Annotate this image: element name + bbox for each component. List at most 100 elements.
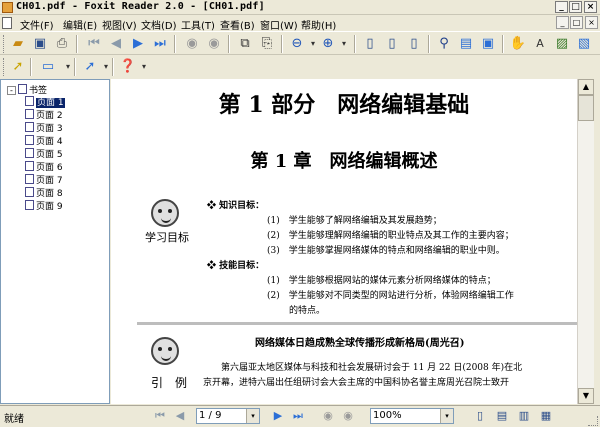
forward-icon[interactable]: ◉ xyxy=(338,406,358,426)
knowledge-line: (1) 学生能够了解网络编辑及其发展趋势； xyxy=(267,216,442,226)
doc-close-button[interactable]: × xyxy=(585,16,598,29)
thumbnail-icon[interactable]: ▣ xyxy=(478,34,498,54)
menu-tools[interactable]: 工具(T) xyxy=(181,17,215,32)
continuous-view-icon[interactable]: ▤ xyxy=(492,406,512,426)
prev-page-icon[interactable]: ◀ xyxy=(170,406,190,426)
facing-view-icon[interactable]: ▥ xyxy=(514,406,534,426)
mascot-image xyxy=(151,199,179,227)
bookmark-item[interactable]: 页面 1 xyxy=(25,96,65,108)
vertical-scrollbar[interactable]: ▲ ▼ xyxy=(577,79,594,404)
menu-view[interactable]: 视图(V) xyxy=(102,17,137,32)
facing-icon[interactable]: ▯ xyxy=(404,34,424,54)
menu-edit[interactable]: 编辑(E) xyxy=(63,17,97,32)
prev-page-icon[interactable]: ◀ xyxy=(106,34,126,54)
bookmark-item[interactable]: 页面 8 xyxy=(25,187,63,199)
next-page-icon[interactable]: ▶ xyxy=(128,34,148,54)
status-text: 就绪 xyxy=(4,414,24,425)
knowledge-line: (2) 学生能够理解网络编辑的职业特点及其工作的主要内容； xyxy=(267,231,514,241)
single-page-icon[interactable]: ▯ xyxy=(360,34,380,54)
bookmark-panel-icon[interactable]: ▤ xyxy=(456,34,476,54)
back-icon[interactable]: ◉ xyxy=(318,406,338,426)
app-icon xyxy=(2,2,13,13)
image-icon[interactable]: ▧ xyxy=(574,34,594,54)
bookmark-root-label: 书签 xyxy=(29,86,48,96)
page-icon xyxy=(25,122,34,132)
select-arrow-icon[interactable]: ➚ xyxy=(8,57,28,77)
bookmark-label: 页面 9 xyxy=(36,202,63,212)
separator xyxy=(76,35,78,53)
doc-minimize-button[interactable]: _ xyxy=(556,16,569,29)
print-icon[interactable]: ⎙ xyxy=(52,34,72,54)
back-icon[interactable]: ◉ xyxy=(182,34,202,54)
text-select-icon[interactable]: A xyxy=(530,34,550,54)
single-page-view-icon[interactable]: ▯ xyxy=(470,406,490,426)
pdf-page[interactable]: 第 1 部分 网络编辑基础 第 1 章 网络编辑概述 学习目标 ❖ 知识目标： … xyxy=(111,79,577,404)
skill-line: (2) 学生能够对不同类型的网站进行分析，体验网络编辑工作 xyxy=(267,291,514,301)
menu-document[interactable]: 文档(D) xyxy=(141,17,177,32)
close-button[interactable]: × xyxy=(584,1,597,13)
bookmark-item[interactable]: 页面 7 xyxy=(25,174,63,186)
continuous-icon[interactable]: ▯ xyxy=(382,34,402,54)
page-icon xyxy=(25,96,34,106)
snapshot-icon[interactable]: ▨ xyxy=(552,34,572,54)
minimize-button[interactable]: _ xyxy=(555,1,568,13)
document-icon xyxy=(2,17,12,29)
first-page-icon[interactable]: ⏮ xyxy=(84,34,104,54)
bookmark-item[interactable]: 页面 2 xyxy=(25,109,63,121)
zoom-dropdown-icon[interactable]: ▾ xyxy=(440,409,453,423)
status-bar: 就绪 ⏮ ◀ 1 / 9 ▾ ▶ ⏭ ◉ ◉ 100% ▾ ▯ ▤ ▥ ▦ xyxy=(0,405,600,427)
document-viewer[interactable]: 第 1 部分 网络编辑基础 第 1 章 网络编辑概述 学习目标 ❖ 知识目标： … xyxy=(111,79,577,404)
note-icon[interactable]: ▭ xyxy=(36,57,60,77)
first-page-icon[interactable]: ⏮ xyxy=(150,406,170,426)
bookmark-label: 页面 1 xyxy=(36,98,65,108)
forward-icon[interactable]: ◉ xyxy=(204,34,224,54)
bookmark-item[interactable]: 页面 3 xyxy=(25,122,63,134)
zoom-in-dropdown-icon[interactable]: ▾ xyxy=(334,34,354,54)
scroll-up-icon[interactable]: ▲ xyxy=(578,79,594,95)
bookmark-item[interactable]: 页面 6 xyxy=(25,161,63,173)
menu-window[interactable]: 窗口(W) xyxy=(260,17,298,32)
page-icon xyxy=(25,174,34,184)
separator xyxy=(30,58,32,76)
separator xyxy=(74,58,76,76)
menu-file[interactable]: 文件(F) xyxy=(20,17,54,32)
open-icon[interactable]: ▰ xyxy=(8,34,28,54)
last-page-icon[interactable]: ⏭ xyxy=(288,406,308,426)
bookmark-item[interactable]: 页面 9 xyxy=(25,200,63,212)
page-number-field[interactable]: 1 / 9 ▾ xyxy=(196,408,260,424)
help-dropdown-icon[interactable]: ▾ xyxy=(134,57,154,77)
chapter-title: 第 1 章 网络编辑概述 xyxy=(250,151,438,172)
doc-restore-button[interactable]: □ xyxy=(570,16,583,29)
page-dropdown-icon[interactable]: ▾ xyxy=(246,409,259,423)
bookmark-item[interactable]: 页面 4 xyxy=(25,135,63,147)
menu-help[interactable]: 帮助(H) xyxy=(301,17,336,32)
page-icon xyxy=(25,187,34,197)
page-icon xyxy=(25,161,34,171)
continuous-facing-view-icon[interactable]: ▦ xyxy=(536,406,556,426)
scroll-down-icon[interactable]: ▼ xyxy=(578,388,594,404)
bookmark-label: 页面 2 xyxy=(36,111,63,121)
find-icon[interactable]: ⚲ xyxy=(434,34,454,54)
bookmark-root[interactable]: - 书签 xyxy=(7,84,47,96)
menu-browse[interactable]: 查看(B) xyxy=(220,17,255,32)
zoom-field[interactable]: 100% ▾ xyxy=(370,408,454,424)
hand-tool-icon[interactable]: ✋ xyxy=(508,34,528,54)
next-page-icon[interactable]: ▶ xyxy=(268,406,288,426)
bookmark-item[interactable]: 页面 5 xyxy=(25,148,63,160)
paste-icon[interactable]: ⎘ xyxy=(257,34,277,54)
page-icon xyxy=(25,148,34,158)
resize-grip-icon[interactable] xyxy=(588,416,598,426)
separator xyxy=(428,35,430,53)
save-icon[interactable]: ▣ xyxy=(30,34,50,54)
maximize-button[interactable]: □ xyxy=(569,1,582,13)
copy-icon[interactable]: ⧉ xyxy=(235,34,255,54)
last-page-icon[interactable]: ⏭ xyxy=(150,34,170,54)
bookmark-label: 页面 4 xyxy=(36,137,63,147)
scroll-thumb[interactable] xyxy=(578,95,594,121)
skill-line: (1) 学生能够根据网站的媒体元素分析网络媒体的特点； xyxy=(267,276,496,286)
example-label: 引 例 xyxy=(151,376,188,390)
collapse-icon[interactable]: - xyxy=(7,86,16,95)
divider xyxy=(137,322,577,325)
bookmark-label: 页面 7 xyxy=(36,176,63,186)
secondary-toolbar: ➚ ▭ ▾ ➚ ▾ ❓ ▾ xyxy=(0,55,160,79)
